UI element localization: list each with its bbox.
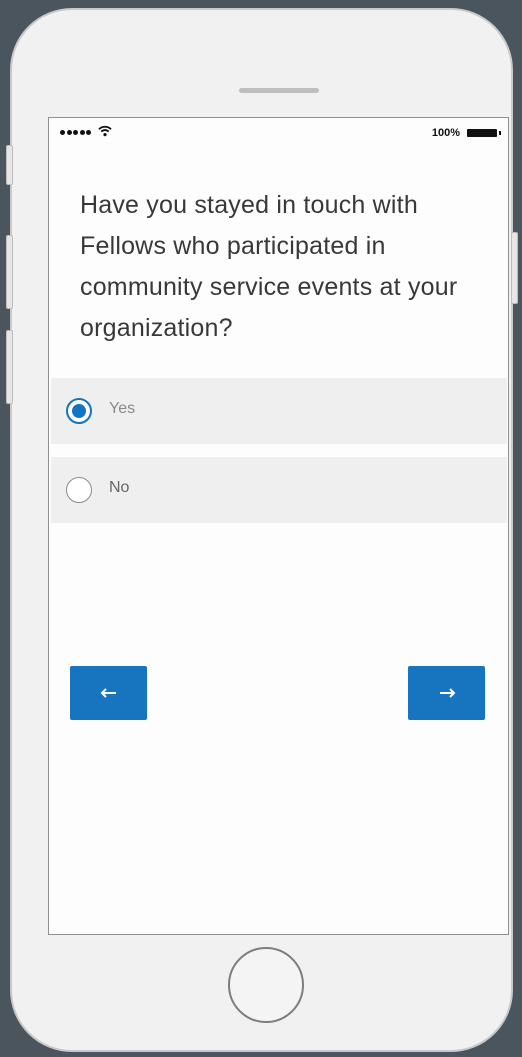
volume-down-button <box>6 330 13 404</box>
survey-question: Have you stayed in touch with Fellows wh… <box>80 191 458 342</box>
option-no[interactable]: No <box>51 457 507 523</box>
power-button <box>511 232 518 304</box>
speaker-grille <box>239 88 319 93</box>
home-button[interactable] <box>228 947 304 1023</box>
option-yes-label: Yes <box>109 400 136 417</box>
phone-frame: 100% Have you stayed in touch with Fello… <box>10 8 513 1052</box>
mute-switch <box>6 145 13 185</box>
radio-no[interactable] <box>66 477 92 503</box>
wifi-icon <box>98 125 112 137</box>
option-yes[interactable]: Yes <box>51 378 507 444</box>
phone-screen: 100% Have you stayed in touch with Fello… <box>48 117 509 935</box>
volume-up-button <box>6 235 13 309</box>
status-bar: 100% <box>49 118 508 148</box>
option-no-label: No <box>109 479 130 496</box>
back-button[interactable] <box>70 666 147 720</box>
next-button[interactable] <box>408 666 485 720</box>
arrow-right-icon <box>439 688 455 698</box>
battery-percentage: 100% <box>431 127 460 139</box>
radio-yes[interactable] <box>66 398 92 424</box>
battery-icon <box>467 129 501 137</box>
signal-dots-icon <box>60 130 91 135</box>
radio-selected-dot <box>72 404 86 418</box>
arrow-left-icon <box>100 688 116 698</box>
